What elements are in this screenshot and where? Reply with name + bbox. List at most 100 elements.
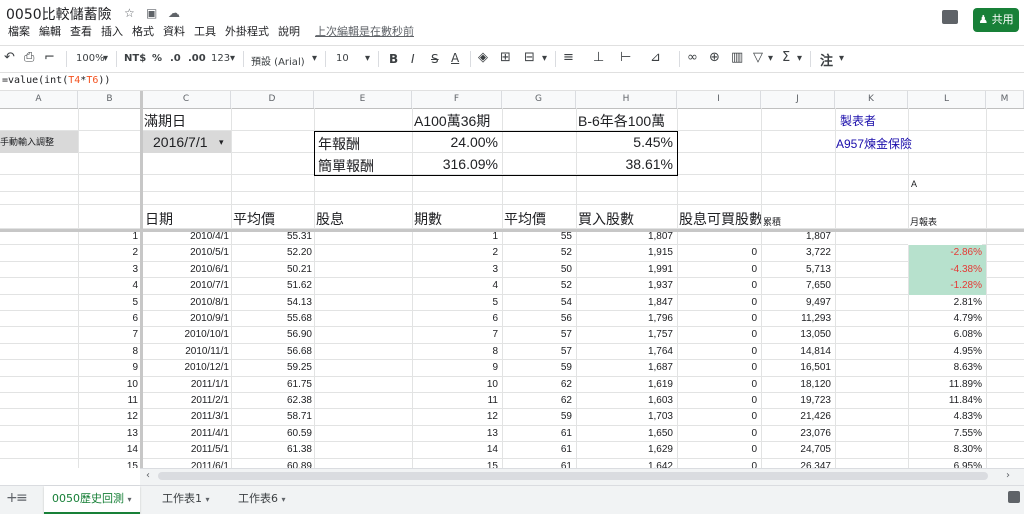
- cell-monthly[interactable]: 6.08%: [908, 329, 982, 343]
- explore-icon[interactable]: [1008, 491, 1020, 503]
- vertical-align-icon[interactable]: ⊥: [593, 50, 604, 65]
- cell-cumulative[interactable]: 19,723: [761, 395, 831, 409]
- cell-buy-shares[interactable]: 1,807: [576, 231, 673, 245]
- cell-avg-price-2[interactable]: 52: [502, 280, 572, 294]
- row-index[interactable]: 3: [78, 264, 138, 278]
- column-header-h[interactable]: H: [576, 91, 677, 108]
- text-rotate-icon[interactable]: ⊿: [650, 50, 661, 65]
- cell-buy-shares[interactable]: 1,629: [576, 444, 673, 458]
- row-index[interactable]: 7: [78, 329, 138, 343]
- row-index[interactable]: 12: [78, 411, 138, 425]
- borders-icon[interactable]: ⊞: [500, 50, 511, 65]
- cell-cumulative[interactable]: 11,293: [761, 313, 831, 327]
- cell-monthly[interactable]: 11.89%: [908, 379, 982, 393]
- cell-buy-shares[interactable]: 1,915: [576, 247, 673, 261]
- cell-periods[interactable]: 10: [412, 379, 498, 393]
- sheet-grid[interactable]: 滿期日 手動輸入調整 2016/7/1 ▾ A100萬36期 B-6年各100萬…: [0, 108, 1024, 468]
- text-color-button[interactable]: A: [451, 51, 459, 65]
- cell-periods[interactable]: 13: [412, 428, 498, 442]
- cell-periods[interactable]: 9: [412, 362, 498, 376]
- row-index[interactable]: 2: [78, 247, 138, 261]
- bold-button[interactable]: B: [389, 52, 398, 66]
- cell-date[interactable]: 2010/8/1: [142, 297, 229, 311]
- font-select[interactable]: 預設 (Arial): [251, 53, 305, 68]
- cell-avg-price[interactable]: 58.71: [231, 411, 312, 425]
- cell-monthly[interactable]: 4.83%: [908, 411, 982, 425]
- cell-buy-shares[interactable]: 1,796: [576, 313, 673, 327]
- cell-dividend-shares[interactable]: 0: [677, 379, 757, 393]
- cell-buy-shares[interactable]: 1,847: [576, 297, 673, 311]
- paint-format-icon[interactable]: ⌐: [44, 50, 55, 65]
- menu-help[interactable]: 說明: [278, 25, 300, 38]
- insert-comment-icon[interactable]: ⊕: [709, 50, 720, 65]
- cell-avg-price[interactable]: 60.89: [231, 461, 312, 468]
- cell-avg-price[interactable]: 60.59: [231, 428, 312, 442]
- text-wrap-icon[interactable]: ⊢: [620, 50, 631, 65]
- insert-chart-icon[interactable]: ▥: [731, 50, 743, 65]
- author-name[interactable]: A957煉金保險: [836, 135, 912, 152]
- cell-dividend-shares[interactable]: 0: [677, 313, 757, 327]
- cell-dividend-shares[interactable]: 0: [677, 346, 757, 360]
- menu-view[interactable]: 查看: [70, 25, 92, 38]
- cell-buy-shares[interactable]: 1,619: [576, 379, 673, 393]
- column-header-l[interactable]: L: [908, 91, 986, 108]
- cell-avg-price-2[interactable]: 61: [502, 461, 572, 468]
- cell-date[interactable]: 2011/3/1: [142, 411, 229, 425]
- strikethrough-button[interactable]: S: [431, 52, 439, 66]
- cell-cumulative[interactable]: 26,347: [761, 461, 831, 468]
- cell-monthly[interactable]: 11.84%: [908, 395, 982, 409]
- row-index[interactable]: 10: [78, 379, 138, 393]
- column-header-j[interactable]: J: [761, 91, 835, 108]
- cell-avg-price[interactable]: 54.13: [231, 297, 312, 311]
- cell-monthly[interactable]: 4.95%: [908, 346, 982, 360]
- menu-tools[interactable]: 工具: [194, 25, 216, 38]
- cell-cumulative[interactable]: 21,426: [761, 411, 831, 425]
- cell-date[interactable]: 2010/11/1: [142, 346, 229, 360]
- cell-periods[interactable]: 7: [412, 329, 498, 343]
- star-icon[interactable]: ☆: [124, 6, 135, 20]
- cell-monthly[interactable]: [908, 231, 982, 246]
- cell-cumulative[interactable]: 16,501: [761, 362, 831, 376]
- cell-cumulative[interactable]: 1,807: [761, 231, 831, 245]
- horizontal-align-icon[interactable]: ≡: [563, 50, 574, 65]
- row-index[interactable]: 8: [78, 346, 138, 360]
- frozen-row-divider[interactable]: [0, 229, 1024, 232]
- more-formats-button[interactable]: 123: [211, 53, 230, 64]
- all-sheets-icon[interactable]: ≡: [16, 490, 28, 506]
- cell-avg-price-2[interactable]: 57: [502, 346, 572, 360]
- cell-monthly[interactable]: 4.79%: [908, 313, 982, 327]
- cell-dividend-shares[interactable]: 0: [677, 444, 757, 458]
- cell-cumulative[interactable]: 7,650: [761, 280, 831, 294]
- cell-avg-price-2[interactable]: 52: [502, 247, 572, 261]
- tab-sheet1[interactable]: 工作表1 ▾: [154, 486, 218, 512]
- functions-icon[interactable]: Σ: [782, 50, 790, 65]
- cell-avg-price-2[interactable]: 50: [502, 264, 572, 278]
- cell-periods[interactable]: 8: [412, 346, 498, 360]
- cell-dividend-shares[interactable]: 0: [677, 280, 757, 294]
- row-index[interactable]: 6: [78, 313, 138, 327]
- cell-periods[interactable]: 1: [412, 231, 498, 245]
- cell-monthly[interactable]: 6.95%: [908, 461, 982, 468]
- cell-avg-price[interactable]: 56.68: [231, 346, 312, 360]
- cell-monthly[interactable]: 2.81%: [908, 297, 982, 311]
- cell-cumulative[interactable]: 24,705: [761, 444, 831, 458]
- cell-periods[interactable]: 11: [412, 395, 498, 409]
- cell-buy-shares[interactable]: 1,650: [576, 428, 673, 442]
- cell-cumulative[interactable]: 14,814: [761, 346, 831, 360]
- cell-date[interactable]: 2011/6/1: [142, 461, 229, 468]
- cell-cumulative[interactable]: 23,076: [761, 428, 831, 442]
- cell-date[interactable]: 2010/9/1: [142, 313, 229, 327]
- cell-periods[interactable]: 15: [412, 461, 498, 468]
- cell-avg-price[interactable]: 61.38: [231, 444, 312, 458]
- cell-date[interactable]: 2010/12/1: [142, 362, 230, 376]
- menu-insert[interactable]: 插入: [101, 25, 123, 38]
- cell-date[interactable]: 2011/5/1: [142, 444, 229, 458]
- cloud-status-icon[interactable]: ☁: [168, 6, 180, 20]
- fill-color-icon[interactable]: ◈: [478, 50, 488, 65]
- cell-avg-price[interactable]: 52.20: [231, 247, 312, 261]
- cell-monthly[interactable]: 8.30%: [908, 444, 982, 458]
- move-folder-icon[interactable]: ▣: [146, 6, 157, 20]
- column-header-i[interactable]: I: [677, 91, 761, 108]
- column-header-b[interactable]: B: [78, 91, 142, 108]
- cell-monthly[interactable]: -2.86%: [909, 245, 986, 262]
